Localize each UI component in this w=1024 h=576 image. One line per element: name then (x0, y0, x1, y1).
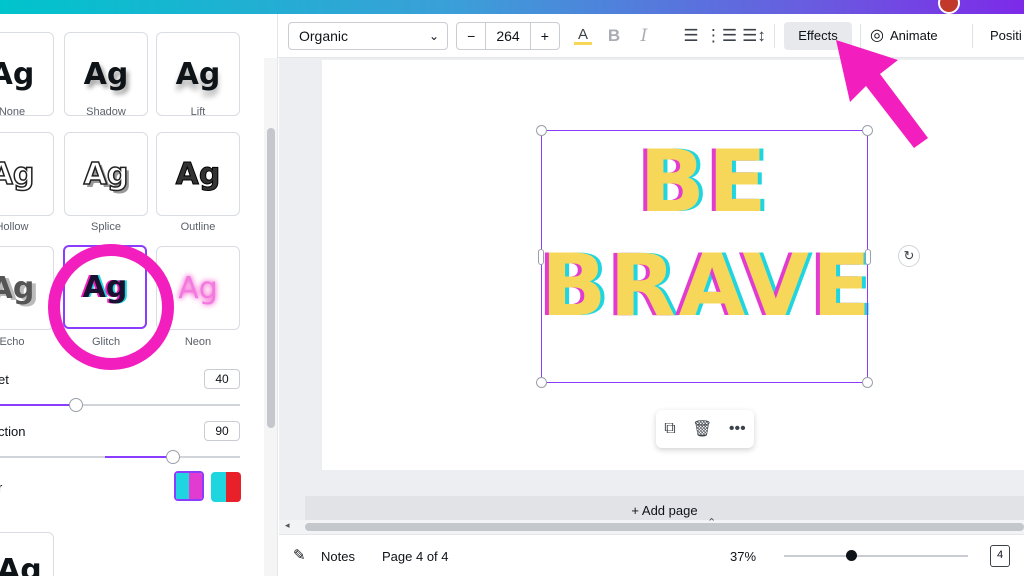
offset-slider-fill (0, 404, 76, 406)
top-gradient-bar (0, 0, 1024, 14)
effect-sample: Ag (175, 56, 221, 92)
panel-scrollbar[interactable] (264, 58, 277, 576)
effect-lift-label: Lift (190, 106, 206, 118)
text-color-icon[interactable]: A (572, 24, 594, 48)
side-handle[interactable] (538, 249, 544, 265)
font-selector[interactable]: Organic ⌄ (288, 22, 448, 50)
font-size-stepper[interactable]: − 264 + (456, 22, 560, 50)
rotate-icon[interactable]: ↻ (898, 245, 920, 267)
swatch-half (176, 473, 189, 499)
effect-sample: Ag (83, 56, 129, 92)
scroll-left-icon[interactable]: ◂ (285, 520, 290, 531)
horizontal-scroll-thumb[interactable] (305, 523, 1024, 531)
page-count-button[interactable]: 4 (990, 545, 1010, 567)
list-icon[interactable]: ⋮☰ (705, 24, 737, 48)
selection-box[interactable] (541, 130, 868, 383)
notes-button[interactable]: Notes (321, 549, 355, 564)
effect-sample: Ag (0, 270, 35, 306)
effect-echo-tile[interactable]: Ag (0, 246, 54, 330)
bottom-effect-tile[interactable]: Ag (0, 532, 54, 576)
decrease-size-button[interactable]: − (457, 23, 487, 49)
effect-hollow-label: Hollow (0, 221, 29, 233)
swatch-half (189, 473, 202, 499)
offset-input[interactable]: 40 (204, 369, 240, 389)
italic-icon[interactable]: I (634, 24, 654, 48)
effect-none-label: None (0, 106, 26, 118)
font-size-input[interactable]: 264 (486, 23, 529, 49)
effect-outline-label: Outline (180, 221, 216, 233)
effect-sample: Ag (83, 156, 129, 193)
toolbar-divider (774, 24, 775, 48)
resize-handle[interactable] (536, 377, 547, 388)
side-handle[interactable] (865, 249, 871, 265)
effect-outline-tile[interactable]: Ag (156, 132, 240, 216)
resize-handle[interactable] (536, 125, 547, 136)
notes-icon[interactable]: ✎ (293, 546, 306, 564)
effect-splice-label: Splice (91, 221, 121, 233)
effect-shadow-label: Shadow (86, 106, 126, 118)
context-menu: ⧉ 🗑 ••• (656, 410, 754, 448)
effect-sample: Ag (175, 156, 221, 192)
offset-slider-knob[interactable] (69, 398, 83, 412)
zoom-slider[interactable] (784, 550, 968, 561)
swatch-half (226, 472, 241, 502)
offset-slider[interactable] (0, 398, 240, 412)
horizontal-scrollbar[interactable]: ◂ ⌃ (279, 517, 1024, 534)
color-label: r (0, 480, 2, 495)
panel-scroll-thumb[interactable] (267, 128, 275, 428)
zoom-slider-knob[interactable] (846, 550, 857, 561)
effect-echo-label: Echo (0, 336, 25, 348)
direction-slider-fill (105, 456, 173, 458)
effect-sample: Ag (178, 270, 218, 306)
effect-hollow-tile[interactable]: Ag (0, 132, 54, 216)
duplicate-icon[interactable]: ⧉ (664, 420, 675, 438)
chevron-down-icon: ⌄ (428, 29, 439, 43)
position-button[interactable]: Positi (990, 22, 1022, 50)
swatch-half (211, 472, 226, 502)
effect-neon-label: Neon (184, 336, 212, 348)
resize-handle[interactable] (862, 377, 873, 388)
direction-input[interactable]: 90 (204, 421, 240, 441)
effect-none-tile[interactable]: Ag (0, 32, 54, 116)
color-swatch-alt[interactable] (211, 472, 241, 502)
pointer-arrow-icon (836, 40, 928, 148)
align-center-icon[interactable]: ☰ (680, 24, 702, 48)
effect-lift-tile[interactable]: Ag (156, 32, 240, 116)
footer-bar: ✎ Notes Page 4 of 4 37% 4 (279, 534, 1024, 576)
spacing-icon[interactable]: ☰↕ (742, 24, 766, 48)
more-icon[interactable]: ••• (729, 420, 746, 438)
direction-slider[interactable] (0, 450, 240, 464)
color-swatch-selected[interactable] (174, 471, 204, 501)
toolbar-divider (972, 24, 973, 48)
direction-slider-knob[interactable] (166, 450, 180, 464)
page-indicator[interactable]: Page 4 of 4 (382, 549, 449, 564)
increase-size-button[interactable]: + (529, 23, 559, 49)
direction-label: ction (0, 424, 26, 439)
offset-label: et (0, 372, 9, 387)
zoom-level[interactable]: 37% (730, 549, 756, 564)
bold-icon[interactable]: B (604, 24, 624, 48)
effect-shadow-tile[interactable]: Ag (64, 32, 148, 116)
font-name: Organic (299, 28, 349, 44)
chevron-up-icon[interactable]: ⌃ (707, 516, 716, 529)
effect-splice-tile[interactable]: Ag (64, 132, 148, 216)
effect-sample: Ag (0, 156, 35, 193)
trash-icon[interactable]: 🗑 (692, 419, 712, 439)
effect-sample: Ag (0, 56, 35, 92)
highlight-circle (48, 244, 174, 370)
